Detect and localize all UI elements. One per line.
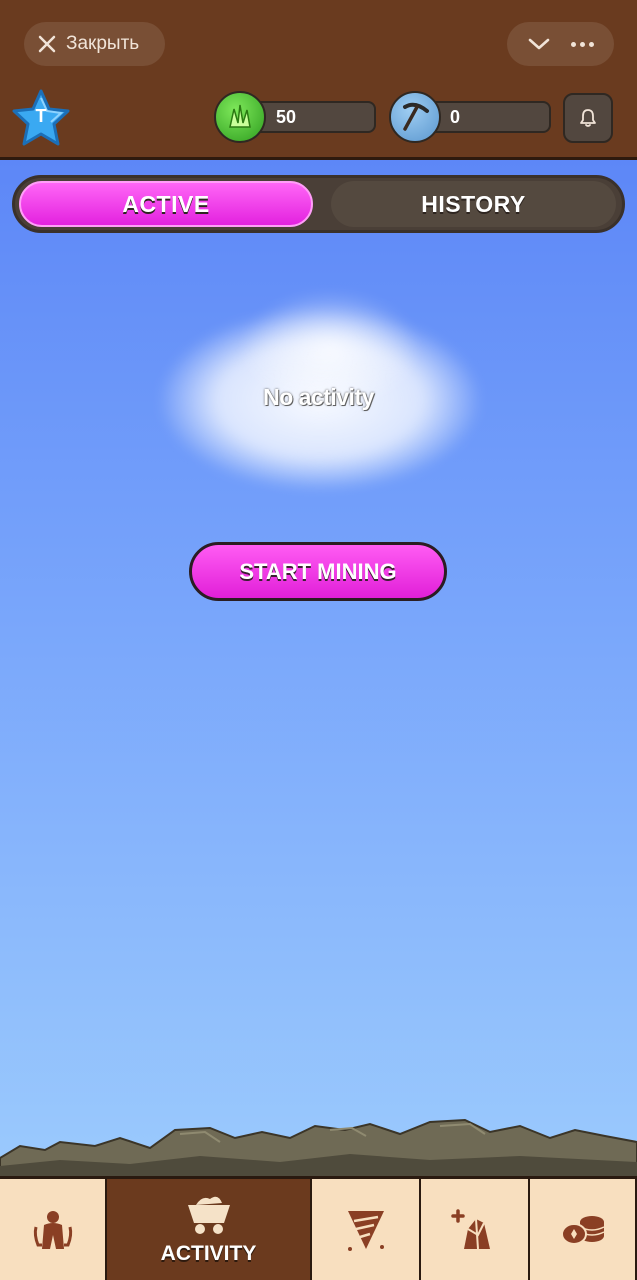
- gems-icon: [214, 91, 266, 143]
- nav-item-team[interactable]: [0, 1179, 105, 1280]
- nav-item-activity[interactable]: ACTIVITY: [107, 1179, 310, 1280]
- nav-item-drill[interactable]: [312, 1179, 419, 1280]
- avatar-letter: T: [35, 106, 47, 126]
- nav-item-crystals[interactable]: [421, 1179, 528, 1280]
- close-button-label: Закрыть: [66, 33, 140, 54]
- team-icon: [33, 1210, 72, 1249]
- drill-icon: [347, 1210, 384, 1251]
- nav-item-coins[interactable]: [530, 1179, 635, 1280]
- close-button[interactable]: Закрыть: [24, 22, 165, 66]
- crystal-upgrade-icon: [450, 1208, 490, 1249]
- more-options-icon[interactable]: [571, 41, 594, 47]
- activity-tabs: ACTIVE HISTORY: [12, 175, 625, 233]
- tab-history[interactable]: HISTORY: [331, 181, 616, 227]
- window-menu: [507, 22, 614, 66]
- pickaxe-value: 0: [450, 107, 461, 127]
- nav-item-label: ACTIVITY: [160, 1242, 257, 1265]
- gems-value: 50: [276, 107, 297, 127]
- mine-cart-icon: [187, 1196, 230, 1234]
- pickaxe-icon: [389, 91, 441, 143]
- start-mining-button[interactable]: START MINING: [189, 542, 447, 601]
- coins-icon: [560, 1215, 604, 1245]
- bottom-nav: ACTIVITY: [0, 1176, 637, 1280]
- empty-state-text: No activity: [263, 384, 374, 410]
- main-content: ACTIVE HISTORY No activity START MINING: [0, 160, 637, 1176]
- avatar[interactable]: T: [10, 88, 72, 148]
- top-bar: Закрыть T 50 0: [0, 0, 637, 160]
- notifications-button[interactable]: [563, 93, 613, 143]
- chevron-down-icon[interactable]: [527, 36, 551, 52]
- rocks-decoration: [0, 1118, 637, 1176]
- close-icon: [38, 35, 56, 53]
- tab-active[interactable]: ACTIVE: [19, 181, 313, 227]
- bell-icon: [580, 109, 596, 127]
